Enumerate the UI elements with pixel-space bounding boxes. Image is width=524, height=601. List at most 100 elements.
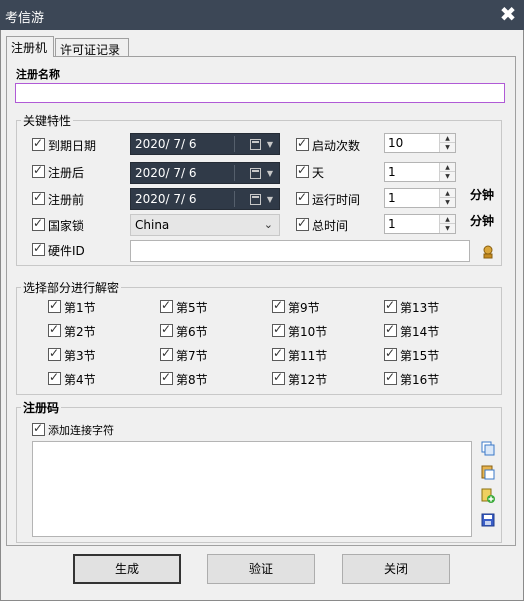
save-icon[interactable] [480, 512, 496, 528]
days-label: 天 [312, 166, 325, 180]
add-sep-label: 添加连接字符 [48, 424, 114, 437]
country-lock-checkbox[interactable] [32, 216, 45, 231]
hardware-id-label: 硬件ID [48, 244, 85, 258]
section-label: 第15节 [400, 349, 440, 363]
calendar-icon[interactable] [250, 168, 261, 179]
dropdown-arrow-icon[interactable]: ▼ [267, 195, 273, 204]
close-icon[interactable]: ✖ [498, 4, 518, 24]
launch-count-label: 启动次数 [312, 139, 361, 153]
total-time-value: 1 [388, 217, 396, 231]
spin-up-icon[interactable]: ▲ [440, 215, 455, 224]
section-checkbox[interactable] [48, 370, 61, 385]
run-time-checkbox[interactable] [296, 190, 309, 205]
section-checkbox[interactable] [48, 322, 61, 337]
dropdown-arrow-icon[interactable]: ▼ [267, 169, 273, 178]
hardware-id-input[interactable] [130, 240, 470, 262]
after-reg-checkbox[interactable] [32, 163, 45, 178]
after-reg-date-picker[interactable]: 2020/ 7/ 6 ▼ [130, 162, 280, 184]
section-checkbox[interactable] [384, 370, 397, 385]
section-label: 第9节 [288, 301, 320, 315]
total-time-unit: 分钟 [470, 214, 495, 228]
add-sep-checkbox[interactable] [32, 421, 45, 436]
spin-up-icon[interactable]: ▲ [440, 189, 455, 198]
hardware-fetch-icon[interactable] [480, 244, 496, 260]
section-label: 第2节 [64, 325, 96, 339]
section-label: 第4节 [64, 373, 96, 387]
section-checkbox[interactable] [48, 346, 61, 361]
launch-count-checkbox[interactable] [296, 136, 309, 151]
hardware-id-checkbox[interactable] [32, 241, 45, 256]
tab-keygen[interactable]: 注册机 [6, 36, 54, 57]
close-button[interactable]: 关闭 [342, 554, 450, 584]
country-lock-label: 国家锁 [48, 219, 85, 233]
section-label: 第12节 [288, 373, 328, 387]
expiry-checkbox[interactable] [32, 136, 45, 151]
tab-license-records[interactable]: 许可证记录 [55, 38, 129, 57]
days-checkbox[interactable] [296, 163, 309, 178]
section-label: 第11节 [288, 349, 328, 363]
section-checkbox[interactable] [48, 298, 61, 313]
section-label: 第14节 [400, 325, 440, 339]
after-reg-date-value: 2020/ 7/ 6 [135, 166, 197, 180]
sections-title: 选择部分进行解密 [21, 279, 122, 296]
section-label: 第10节 [288, 325, 328, 339]
reg-code-textarea[interactable] [32, 441, 472, 537]
spin-down-icon[interactable]: ▼ [440, 172, 455, 181]
copy-icon[interactable] [480, 440, 496, 456]
reg-name-input[interactable] [15, 83, 505, 103]
paste-icon[interactable] [480, 464, 496, 480]
launch-count-spinner[interactable]: 10 ▲ ▼ [384, 133, 456, 153]
section-checkbox[interactable] [272, 346, 285, 361]
section-checkbox[interactable] [160, 322, 173, 337]
section-checkbox[interactable] [384, 298, 397, 313]
section-label: 第8节 [176, 373, 208, 387]
spin-down-icon[interactable]: ▼ [440, 224, 455, 233]
section-checkbox[interactable] [272, 322, 285, 337]
add-file-icon[interactable] [480, 488, 496, 504]
section-label: 第6节 [176, 325, 208, 339]
run-time-value: 1 [388, 191, 396, 205]
section-checkbox[interactable] [160, 346, 173, 361]
section-checkbox[interactable] [384, 322, 397, 337]
days-value: 1 [388, 165, 396, 179]
launch-count-value: 10 [388, 136, 404, 150]
section-label: 第13节 [400, 301, 440, 315]
section-checkbox[interactable] [272, 298, 285, 313]
total-time-checkbox[interactable] [296, 216, 309, 231]
title-bar: 考信游 ✖ [0, 0, 524, 30]
dropdown-arrow-icon[interactable]: ▼ [267, 140, 273, 149]
reg-name-label: 注册名称 [16, 68, 60, 81]
reg-code-title: 注册码 [21, 399, 62, 416]
days-spinner[interactable]: 1 ▲ ▼ [384, 162, 456, 182]
run-time-spinner[interactable]: 1 ▲ ▼ [384, 188, 456, 208]
section-checkbox[interactable] [160, 298, 173, 313]
after-reg-label: 注册后 [48, 166, 85, 180]
run-time-label: 运行时间 [312, 193, 361, 207]
spin-down-icon[interactable]: ▼ [440, 143, 455, 152]
run-time-unit: 分钟 [470, 188, 495, 202]
before-reg-date-picker[interactable]: 2020/ 7/ 6 ▼ [130, 188, 280, 210]
spin-up-icon[interactable]: ▲ [440, 134, 455, 143]
before-reg-checkbox[interactable] [32, 190, 45, 205]
country-select-value: China [135, 218, 170, 232]
before-reg-label: 注册前 [48, 193, 85, 207]
section-checkbox[interactable] [272, 370, 285, 385]
calendar-icon[interactable] [250, 194, 261, 205]
calendar-icon[interactable] [250, 139, 261, 150]
expiry-date-picker[interactable]: 2020/ 7/ 6 ▼ [130, 133, 280, 155]
section-label: 第16节 [400, 373, 440, 387]
section-checkbox[interactable] [160, 370, 173, 385]
total-time-label: 总时间 [312, 219, 349, 233]
before-reg-date-value: 2020/ 7/ 6 [135, 192, 197, 206]
spin-down-icon[interactable]: ▼ [440, 198, 455, 207]
generate-button[interactable]: 生成 [73, 554, 181, 584]
total-time-spinner[interactable]: 1 ▲ ▼ [384, 214, 456, 234]
section-checkbox[interactable] [384, 346, 397, 361]
expiry-label: 到期日期 [48, 139, 97, 153]
section-label: 第7节 [176, 349, 208, 363]
verify-button[interactable]: 验证 [207, 554, 315, 584]
chevron-down-icon[interactable]: ⌄ [264, 218, 273, 231]
spin-up-icon[interactable]: ▲ [440, 163, 455, 172]
country-select[interactable]: China ⌄ [130, 214, 280, 236]
section-label: 第5节 [176, 301, 208, 315]
